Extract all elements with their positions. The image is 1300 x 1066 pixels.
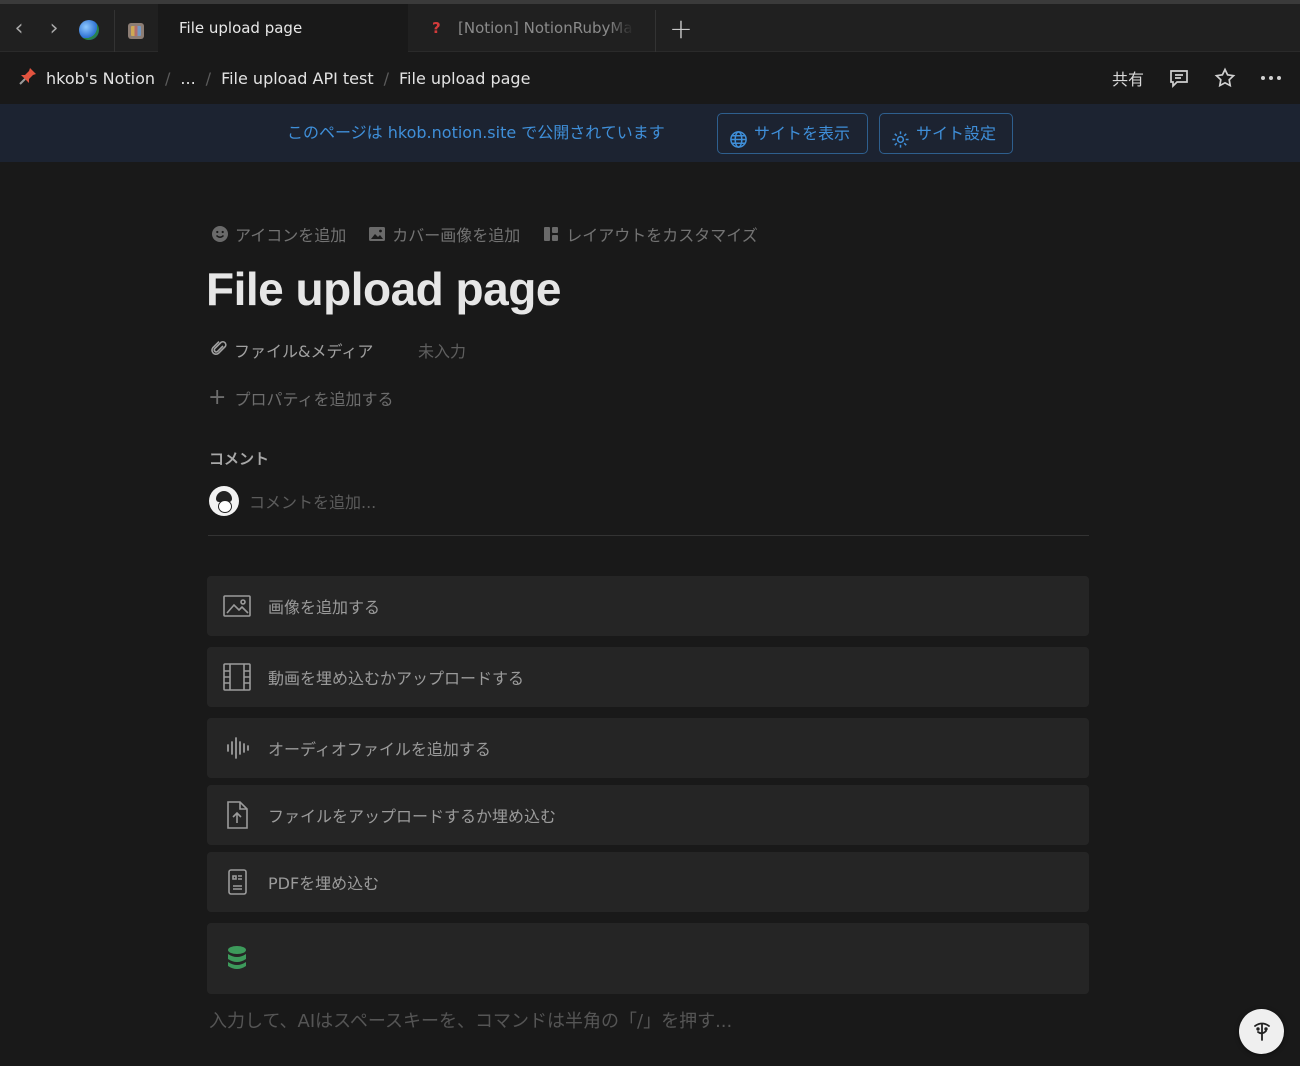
block-label: ファイルをアップロードするか埋め込む bbox=[268, 807, 557, 826]
notion-topbar: hkob's Notion / ... / File upload API te… bbox=[0, 52, 1300, 104]
tab-label: File upload page bbox=[179, 19, 303, 37]
smiley-icon bbox=[211, 225, 229, 243]
film-icon bbox=[222, 662, 252, 692]
breadcrumb-separator: / bbox=[165, 68, 171, 88]
tab-divider bbox=[655, 10, 656, 52]
block-label: 動画を埋め込むかアップロードする bbox=[268, 669, 525, 688]
breadcrumb-workspace[interactable]: hkob's Notion bbox=[46, 69, 155, 88]
add-icon-button[interactable]: アイコンを追加 bbox=[211, 222, 346, 246]
image-icon bbox=[368, 225, 386, 243]
add-icon-label: アイコンを追加 bbox=[235, 226, 347, 245]
add-cover-label: カバー画像を追加 bbox=[392, 226, 521, 245]
tab-label: [Notion] NotionRubyMa bbox=[458, 19, 633, 37]
globe-icon[interactable] bbox=[79, 20, 99, 40]
add-file-block[interactable]: ファイルをアップロードするか埋め込む bbox=[207, 785, 1089, 845]
comment-icon[interactable] bbox=[1168, 67, 1190, 89]
comments-divider bbox=[208, 535, 1089, 536]
breadcrumb-current[interactable]: File upload page bbox=[399, 69, 530, 88]
ai-help-button[interactable] bbox=[1239, 1009, 1284, 1054]
breadcrumb-separator: / bbox=[383, 68, 390, 88]
add-property-button[interactable]: + プロパティを追加する bbox=[208, 385, 393, 410]
add-image-block[interactable]: 画像を追加する bbox=[207, 576, 1089, 636]
page-title[interactable]: File upload page bbox=[206, 262, 561, 316]
star-icon[interactable] bbox=[1214, 67, 1236, 89]
pushpin-icon bbox=[18, 66, 38, 91]
page-header-actions: アイコンを追加 カバー画像を追加 レイアウトをカスタマイズ bbox=[211, 222, 758, 246]
tab-file-upload-page[interactable]: File upload page bbox=[158, 4, 408, 52]
topbar-actions: 共有 bbox=[1112, 52, 1282, 104]
site-settings-label: サイト設定 bbox=[916, 124, 997, 143]
add-video-block[interactable]: 動画を埋め込むかアップロードする bbox=[207, 647, 1089, 707]
view-site-button[interactable]: サイトを表示 bbox=[717, 113, 868, 154]
breadcrumb: hkob's Notion / ... / File upload API te… bbox=[18, 52, 530, 104]
comment-input[interactable]: コメントを追加... bbox=[249, 489, 376, 513]
property-name[interactable]: ファイル&メディア bbox=[210, 338, 418, 362]
app-grid-icon[interactable] bbox=[128, 23, 144, 39]
published-banner: このページは hkob.notion.site で公開されています サイトを表示… bbox=[0, 104, 1300, 162]
forward-icon[interactable]: › bbox=[43, 16, 65, 42]
command-input[interactable]: 入力して、AIはスペースキーを、コマンドは半角の「/」を押す... bbox=[209, 1007, 732, 1033]
file-upload-icon bbox=[222, 800, 252, 830]
customize-layout-button[interactable]: レイアウトをカスタマイズ bbox=[542, 222, 758, 246]
gear-icon bbox=[891, 124, 910, 148]
tab-divider bbox=[114, 10, 115, 52]
back-icon[interactable]: ‹ bbox=[8, 16, 30, 42]
question-favicon-icon: ? bbox=[432, 19, 441, 37]
breadcrumb-parent[interactable]: File upload API test bbox=[221, 69, 374, 88]
embed-pdf-block[interactable]: PDFを埋め込む bbox=[207, 852, 1089, 912]
add-cover-button[interactable]: カバー画像を追加 bbox=[368, 222, 520, 246]
plus-icon: + bbox=[208, 385, 227, 410]
property-row: ファイル&メディア 未入力 bbox=[210, 337, 466, 363]
add-audio-block[interactable]: オーディオファイルを追加する bbox=[207, 718, 1089, 778]
browser-tab-bar: ‹ › File upload page ? [Notion] NotionRu… bbox=[0, 0, 1300, 52]
block-label: オーディオファイルを追加する bbox=[268, 740, 491, 759]
tab-notion-ruby[interactable]: ? [Notion] NotionRubyMa bbox=[410, 4, 655, 52]
site-settings-button[interactable]: サイト設定 bbox=[879, 113, 1013, 154]
block-label: 画像を追加する bbox=[268, 598, 381, 617]
new-tab-button[interactable]: + bbox=[668, 14, 694, 44]
image-icon bbox=[222, 591, 252, 621]
breadcrumb-separator: / bbox=[205, 68, 212, 88]
paperclip-icon bbox=[210, 339, 228, 361]
property-label: ファイル&メディア bbox=[234, 342, 374, 361]
audio-wave-icon bbox=[222, 733, 252, 763]
avatar bbox=[209, 486, 239, 516]
breadcrumb-ellipsis[interactable]: ... bbox=[180, 69, 195, 88]
property-value[interactable]: 未入力 bbox=[418, 338, 466, 362]
pdf-icon bbox=[222, 867, 252, 897]
comments-heading: コメント bbox=[209, 450, 270, 468]
ai-face-icon bbox=[1253, 1022, 1270, 1041]
published-message: このページは hkob.notion.site で公開されています bbox=[287, 123, 665, 142]
block-label: PDFを埋め込む bbox=[268, 874, 380, 893]
layout-icon bbox=[542, 225, 560, 243]
globe-icon bbox=[729, 124, 748, 148]
more-options-icon[interactable] bbox=[1260, 67, 1282, 89]
comment-composer[interactable]: コメントを追加... bbox=[209, 486, 376, 516]
add-property-label: プロパティを追加する bbox=[234, 389, 394, 409]
share-button[interactable]: 共有 bbox=[1112, 66, 1144, 90]
view-site-label: サイトを表示 bbox=[754, 124, 851, 143]
database-block[interactable] bbox=[207, 923, 1089, 994]
customize-layout-label: レイアウトをカスタマイズ bbox=[566, 226, 758, 245]
database-icon bbox=[222, 943, 252, 973]
